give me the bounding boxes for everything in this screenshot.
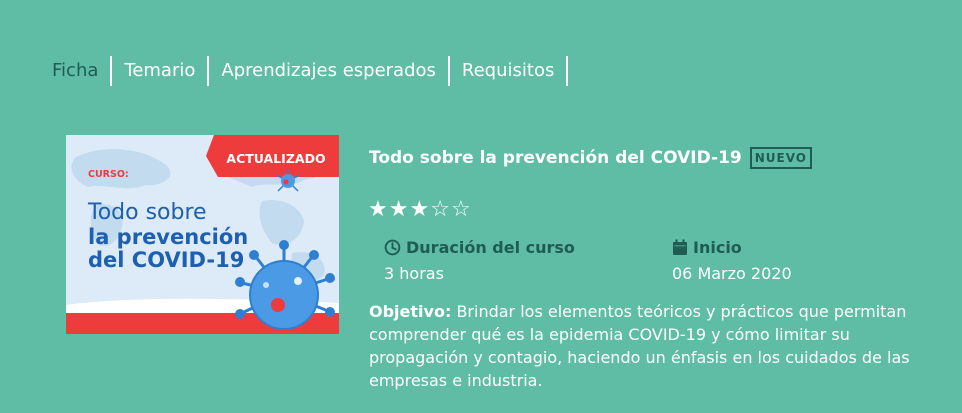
course-thumbnail[interactable]: ACTUALIZADO CURSO: Todo sobre la prevenc… (66, 135, 339, 334)
duration-label: Duración del curso (406, 238, 575, 257)
star-empty-icon: ☆ (430, 197, 451, 222)
tab-aprendizajes-esperados[interactable]: Aprendizajes esperados (209, 56, 450, 86)
course-objective: Objetivo: Brindar los elementos teóricos… (369, 300, 939, 392)
thumbnail-kicker: CURSO: (88, 169, 129, 180)
thumbnail-line-3: del COVID-19 (88, 248, 244, 272)
star-filled-icon: ★ (409, 197, 431, 222)
thumbnail-line-1: Todo sobre (87, 200, 207, 225)
clock-icon (384, 239, 401, 256)
objective-text: Brindar los elementos teóricos y práctic… (369, 302, 910, 390)
star-empty-icon: ☆ (450, 197, 472, 222)
thumbnail-line-2: la prevención (88, 225, 248, 249)
ribbon-label: ACTUALIZADO (226, 151, 325, 166)
duration-label-group: Duración del curso (384, 238, 575, 257)
tab-temario[interactable]: Temario (112, 56, 210, 86)
calendar-icon (673, 239, 687, 255)
duration-value: 3 horas (384, 264, 444, 283)
new-badge: NUEVO (749, 147, 813, 169)
course-tabs: Ficha Temario Aprendizajes esperados Req… (52, 56, 569, 86)
star-filled-icon: ★ (388, 197, 410, 222)
tab-ficha[interactable]: Ficha (52, 56, 113, 86)
start-label-group: Inicio (672, 238, 742, 257)
tab-requisitos[interactable]: Requisitos (450, 56, 569, 86)
objective-label: Objetivo: (369, 302, 452, 321)
rating-stars: ★★★☆☆ (368, 197, 472, 222)
start-label: Inicio (693, 238, 742, 257)
course-title[interactable]: Todo sobre la prevención del COVID-19 (369, 148, 742, 168)
star-filled-icon: ★ (368, 197, 389, 222)
start-value: 06 Marzo 2020 (672, 264, 792, 283)
thumbnail-artwork: ACTUALIZADO CURSO: Todo sobre la prevenc… (66, 135, 339, 334)
course-title-row: Todo sobre la prevención del COVID-19 NU… (369, 147, 813, 169)
